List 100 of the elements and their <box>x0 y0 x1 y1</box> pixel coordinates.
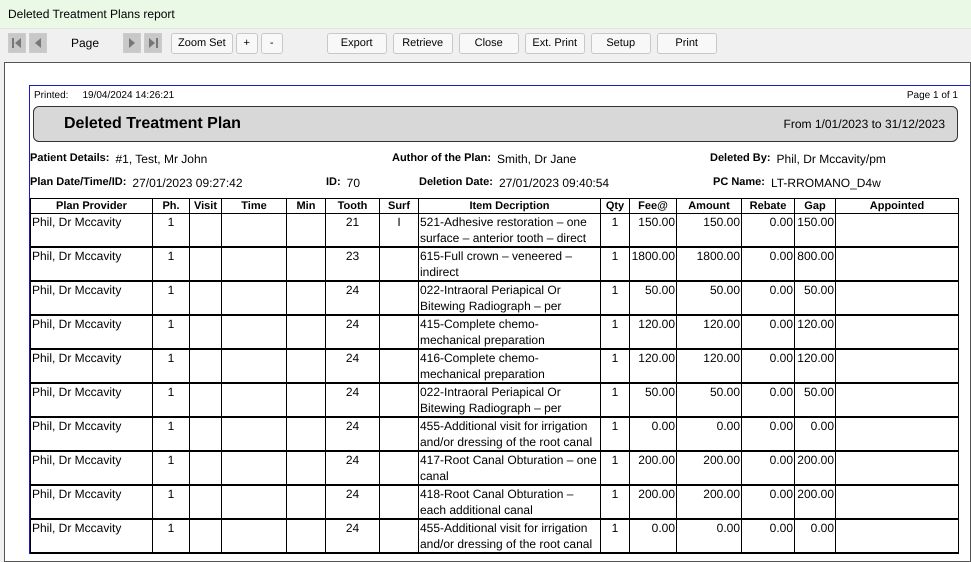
table-cell: 417-Root Canal Obturation – one canal <box>418 451 600 485</box>
table-cell: 0.00 <box>676 519 742 553</box>
table-cell: 200.00 <box>794 485 836 519</box>
toolbar-button[interactable]: Setup <box>590 32 651 54</box>
toolbar-button[interactable]: Ext. Print <box>524 32 585 54</box>
table-cell: 1 <box>152 485 190 519</box>
table-cell: 1 <box>152 383 190 417</box>
table-cell: 415-Complete chemo-mechanical preparation <box>418 315 600 349</box>
table-cell: 1 <box>600 281 630 315</box>
table-cell: 1 <box>152 417 190 451</box>
table-cell: 150.00 <box>630 214 676 247</box>
table-cell: 24 <box>326 519 380 553</box>
table-cell: 0.00 <box>742 451 794 485</box>
detail-label: PC Name: <box>713 176 765 190</box>
column-header: Fee@ <box>630 198 676 214</box>
table-cell: 0.00 <box>630 417 676 451</box>
date-range: From 1/01/2023 to 31/12/2023 <box>784 117 945 131</box>
column-header: Plan Provider <box>30 198 152 214</box>
table-cell: 150.00 <box>676 214 742 247</box>
column-header: Tooth <box>326 198 380 214</box>
table-cell: 0.00 <box>742 281 794 315</box>
previous-page-button[interactable] <box>29 33 47 53</box>
table-cell: 0.00 <box>742 247 794 281</box>
table-cell: 120.00 <box>676 315 742 349</box>
table-cell: 1 <box>152 519 190 553</box>
table-cell: 120.00 <box>794 315 836 349</box>
table-cell: 0.00 <box>742 315 794 349</box>
table-cell: 50.00 <box>630 281 676 315</box>
table-cell: 1 <box>152 349 190 383</box>
page-label: Page <box>70 36 100 50</box>
detail-value: 70 <box>346 176 360 190</box>
detail-label: Plan Date/Time/ID: <box>30 176 126 190</box>
table-cell: 615-Full crown – veneered – indirect <box>418 247 600 281</box>
table-cell: 50.00 <box>630 383 676 417</box>
column-header: Rebate <box>742 198 794 214</box>
toolbar-button[interactable]: Export <box>326 32 387 54</box>
table-cell: 1 <box>600 485 630 519</box>
table-cell: 120.00 <box>794 349 836 383</box>
table-cell: 24 <box>326 315 380 349</box>
table-cell: Phil, Dr Mccavity <box>30 383 152 417</box>
detail-value: 27/01/2023 09:40:54 <box>498 176 610 190</box>
table-cell: 200.00 <box>794 451 836 485</box>
last-page-button[interactable] <box>144 33 162 53</box>
first-page-icon <box>11 37 23 49</box>
column-header: Time <box>222 198 286 214</box>
detail-label: ID: <box>326 176 341 190</box>
table-cell: 24 <box>326 451 380 485</box>
table-cell: 120.00 <box>630 349 676 383</box>
table-cell: Phil, Dr Mccavity <box>30 214 152 247</box>
table-cell: 1 <box>600 214 630 247</box>
toolbar-button[interactable]: Close <box>458 32 519 54</box>
printed-label: Printed: <box>34 90 68 101</box>
table-cell: 1 <box>600 417 630 451</box>
table-cell: 1 <box>152 214 190 247</box>
table-cell: 1800.00 <box>676 247 742 281</box>
column-header: Visit <box>190 198 222 214</box>
window-title: Deleted Treatment Plans report <box>8 7 175 21</box>
detail-value: LT-RROMANO_D4w <box>770 176 881 190</box>
zoom-out-button[interactable]: - <box>260 32 283 54</box>
table-cell: 50.00 <box>676 383 742 417</box>
zoom-in-button[interactable]: + <box>236 32 258 54</box>
column-header: Gap <box>794 198 836 214</box>
detail-value: Smith, Dr Jane <box>497 152 576 166</box>
table-cell: 418-Root Canal Obturation – each additional canal <box>418 485 600 519</box>
table-cell: 1 <box>600 519 630 553</box>
detail-value: Phil, Dr Mccavity/pm <box>776 152 886 166</box>
table-cell: 1 <box>152 247 190 281</box>
table-cell: 0.00 <box>742 485 794 519</box>
table-cell: Phil, Dr Mccavity <box>30 349 152 383</box>
table-cell: 24 <box>326 383 380 417</box>
detail-value: #1, Test, Mr John <box>115 152 208 166</box>
first-page-button[interactable] <box>8 33 26 53</box>
table-cell: Phil, Dr Mccavity <box>30 315 152 349</box>
column-header: Appointed <box>836 198 958 214</box>
table-cell: 0.00 <box>742 519 794 553</box>
toolbar-button[interactable]: Print <box>656 32 717 54</box>
table-cell: 50.00 <box>794 383 836 417</box>
table-cell: 200.00 <box>630 485 676 519</box>
table-cell: Phil, Dr Mccavity <box>30 451 152 485</box>
next-page-button[interactable] <box>123 33 141 53</box>
table-cell: 24 <box>326 417 380 451</box>
table-cell: 022-Intraoral Periapical Or Bitewing Radiograph – per <box>418 383 600 417</box>
table-cell: 1 <box>600 451 630 485</box>
table-cell: 1 <box>152 315 190 349</box>
column-header: Ph. <box>152 198 190 214</box>
table-cell: 120.00 <box>630 315 676 349</box>
table-cell: 24 <box>326 485 380 519</box>
table-cell: 200.00 <box>676 451 742 485</box>
table-cell: Phil, Dr Mccavity <box>30 417 152 451</box>
table-cell: 0.00 <box>742 417 794 451</box>
table-cell: 1 <box>600 315 630 349</box>
detail-label: Patient Details: <box>30 152 110 166</box>
table-cell: 0.00 <box>676 417 742 451</box>
table-cell: 50.00 <box>794 281 836 315</box>
column-header: Surf <box>380 198 418 214</box>
table-cell: 24 <box>326 281 380 315</box>
detail-label: Deleted By: <box>710 152 771 166</box>
zoom-set-button[interactable]: Zoom Set <box>171 32 233 54</box>
toolbar-button[interactable]: Retrieve <box>392 32 453 54</box>
table-cell: 21 <box>326 214 380 247</box>
